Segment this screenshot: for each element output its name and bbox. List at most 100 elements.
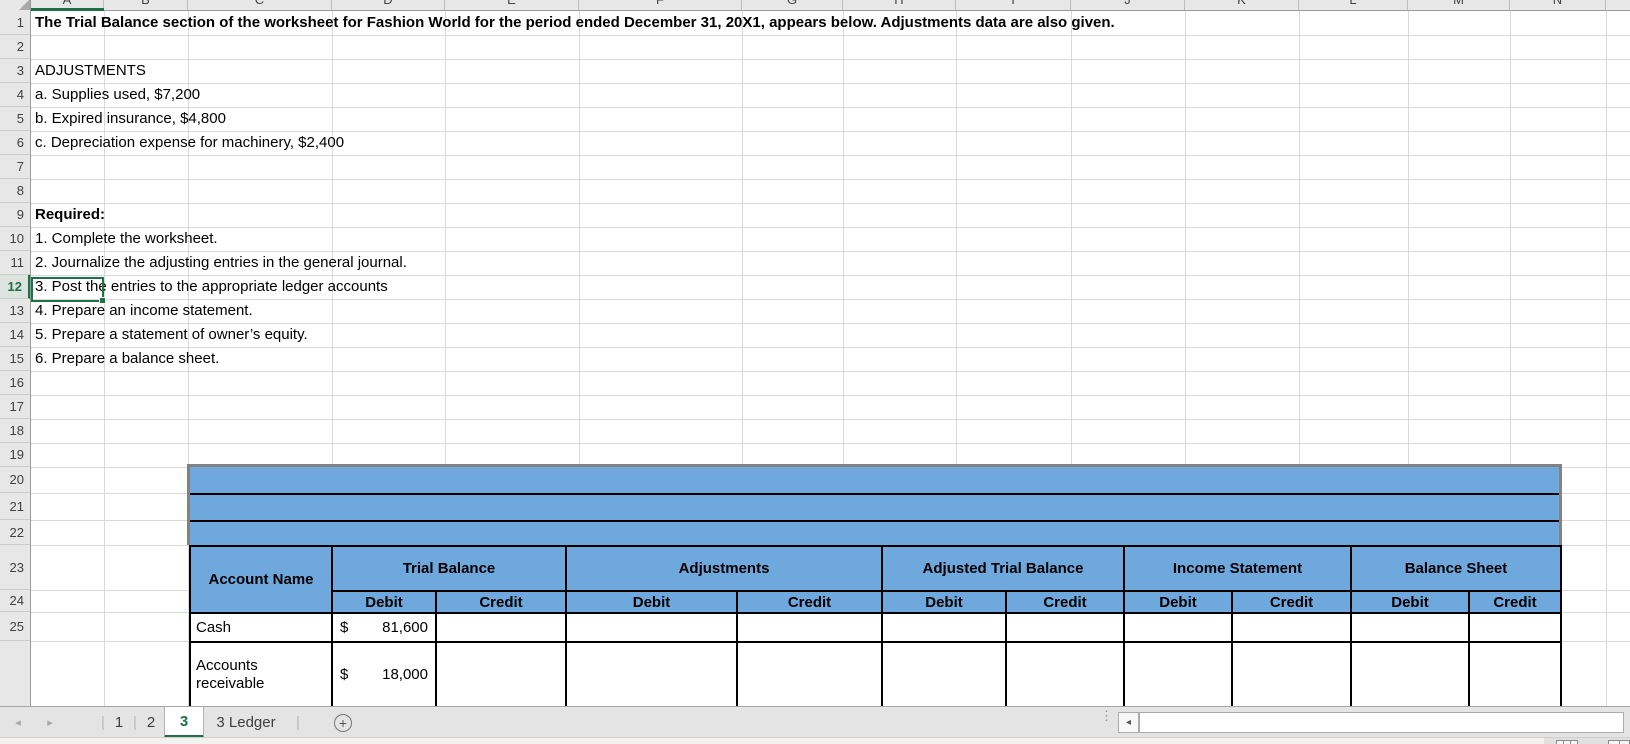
group-header-adjustments[interactable]: Adjustments [567, 547, 883, 592]
sheet-tab-1[interactable]: 1 [107, 707, 131, 738]
page-layout-view-icon[interactable] [1608, 740, 1630, 744]
table-cell[interactable] [738, 614, 883, 643]
table-cell[interactable] [1470, 643, 1562, 708]
add-sheet-button[interactable]: + [334, 714, 352, 732]
column-header-J[interactable]: J [1071, 0, 1185, 10]
sheet-nav-right-icon[interactable]: ▸ [42, 707, 58, 738]
row-headers[interactable]: 1 2 3 4 5 6 7 8 9 10 11 12 13 14 15 16 17 18 19 20 21 22 23 24 2… [0, 11, 31, 706]
table-cell[interactable] [738, 643, 883, 708]
row-header-16[interactable]: 16 [0, 371, 30, 395]
row-header-15[interactable]: 15 [0, 347, 30, 371]
row-header-4[interactable]: 4 [0, 83, 30, 107]
table-cell[interactable] [1470, 614, 1562, 643]
column-header-C[interactable]: C [188, 0, 332, 10]
row-header-8[interactable]: 8 [0, 179, 30, 203]
cell-text-row-13[interactable]: 4. Prepare an income statement. [35, 299, 253, 323]
subheader-bs-debit[interactable]: Debit [1352, 592, 1470, 614]
row-header-25[interactable]: 25 [0, 612, 30, 641]
subheader-is-debit[interactable]: Debit [1125, 592, 1233, 614]
column-header-M[interactable]: M [1408, 0, 1510, 10]
column-header-K[interactable]: K [1185, 0, 1299, 10]
hscroll-track[interactable] [1139, 712, 1624, 733]
select-all-corner[interactable] [0, 0, 31, 11]
cell-text-row-3[interactable]: ADJUSTMENTS [35, 59, 146, 83]
table-cell[interactable] [1233, 614, 1352, 643]
row-header-6[interactable]: 6 [0, 131, 30, 155]
table-cell[interactable] [437, 614, 567, 643]
column-header-N[interactable]: N [1510, 0, 1606, 10]
cell-text-row-1[interactable]: The Trial Balance section of the workshe… [35, 11, 1115, 35]
table-cell[interactable] [567, 643, 738, 708]
column-header-H[interactable]: H [843, 0, 956, 10]
row-header-9[interactable]: 9 [0, 203, 30, 227]
tab-scrollbar-splitter[interactable]: ⋮ [1100, 709, 1113, 733]
group-header-income-statement[interactable]: Income Statement [1125, 547, 1352, 592]
row-header-13[interactable]: 13 [0, 299, 30, 323]
cell-text-row-15[interactable]: 6. Prepare a balance sheet. [35, 347, 219, 371]
table-cell[interactable] [1007, 614, 1125, 643]
row-header-17[interactable]: 17 [0, 395, 30, 419]
table-cell[interactable] [1352, 614, 1470, 643]
subheader-atb-debit[interactable]: Debit [883, 592, 1007, 614]
row-header-18[interactable]: 18 [0, 419, 30, 443]
cell-text-row-10[interactable]: 1. Complete the worksheet. [35, 227, 218, 251]
table-cell[interactable] [883, 643, 1007, 708]
table-cell[interactable] [1125, 614, 1233, 643]
column-header-G[interactable]: G [742, 0, 843, 10]
row-header-1[interactable]: 1 [0, 11, 30, 35]
subheader-adj-debit[interactable]: Debit [567, 592, 738, 614]
normal-view-icon[interactable] [1556, 740, 1578, 744]
column-header-I[interactable]: I [956, 0, 1071, 10]
table-cell[interactable] [1352, 643, 1470, 708]
cell-text-row-4[interactable]: a. Supplies used, $7,200 [35, 83, 200, 107]
subheader-tb-debit[interactable]: Debit [333, 592, 437, 614]
active-cell-selection[interactable] [31, 277, 106, 304]
cash-tb-debit-cell[interactable]: $ 81,600 [333, 614, 437, 643]
row-header-3[interactable]: 3 [0, 59, 30, 83]
row-header-24[interactable]: 24 [0, 590, 30, 612]
account-cell-cash[interactable]: Cash [191, 614, 333, 643]
row-header-14[interactable]: 14 [0, 323, 30, 347]
row-header-23[interactable]: 23 [0, 545, 30, 590]
column-header-D[interactable]: D [332, 0, 445, 10]
subheader-atb-credit[interactable]: Credit [1007, 592, 1125, 614]
table-cell[interactable] [1233, 643, 1352, 708]
table-cell[interactable] [437, 643, 567, 708]
sheet-tab-3-active[interactable]: 3 [164, 707, 204, 738]
row-header-11[interactable]: 11 [0, 251, 30, 275]
column-headers[interactable]: ABCDEFGHIJKLMN [0, 0, 1630, 11]
table-cell[interactable] [1125, 643, 1233, 708]
column-header-B[interactable]: B [104, 0, 188, 10]
table-cell[interactable] [567, 614, 738, 643]
row-header-2[interactable]: 2 [0, 35, 30, 59]
sheet-nav-left-icon[interactable]: ◂ [10, 707, 26, 738]
accounts-receivable-tb-debit-cell[interactable]: $ 18,000 [333, 643, 437, 708]
row-header-12[interactable]: 12 [0, 275, 30, 299]
column-header-F[interactable]: F [579, 0, 742, 10]
cell-text-row-6[interactable]: c. Depreciation expense for machinery, $… [35, 131, 344, 155]
column-header-L[interactable]: L [1299, 0, 1408, 10]
row-header-5[interactable]: 5 [0, 107, 30, 131]
row-header-7[interactable]: 7 [0, 155, 30, 179]
cell-text-row-9[interactable]: Required: [35, 203, 105, 227]
table-cell[interactable] [883, 614, 1007, 643]
row-header-21[interactable]: 21 [0, 493, 30, 520]
cell-text-row-14[interactable]: 5. Prepare a statement of owner’s equity… [35, 323, 308, 347]
cell-text-row-11[interactable]: 2. Journalize the adjusting entries in t… [35, 251, 407, 275]
sheet-tab-2[interactable]: 2 [139, 707, 163, 738]
subheader-is-credit[interactable]: Credit [1233, 592, 1352, 614]
table-cell[interactable] [1007, 643, 1125, 708]
account-cell-accounts-receivable[interactable]: Accounts receivable [191, 643, 333, 708]
fill-handle[interactable] [99, 297, 106, 304]
row-header-22[interactable]: 22 [0, 520, 30, 545]
row-header-10[interactable]: 10 [0, 227, 30, 251]
group-header-adjusted-trial-balance[interactable]: Adjusted Trial Balance [883, 547, 1125, 592]
hscroll-left-arrow[interactable]: ◂ [1118, 712, 1139, 733]
subheader-bs-credit[interactable]: Credit [1470, 592, 1562, 614]
cell-text-row-5[interactable]: b. Expired insurance, $4,800 [35, 107, 226, 131]
sheet-tab-3-ledger[interactable]: 3 Ledger [204, 707, 288, 738]
row-header-20[interactable]: 20 [0, 467, 30, 493]
subheader-adj-credit[interactable]: Credit [738, 592, 883, 614]
column-header-E[interactable]: E [445, 0, 579, 10]
group-header-trial-balance[interactable]: Trial Balance [333, 547, 567, 592]
